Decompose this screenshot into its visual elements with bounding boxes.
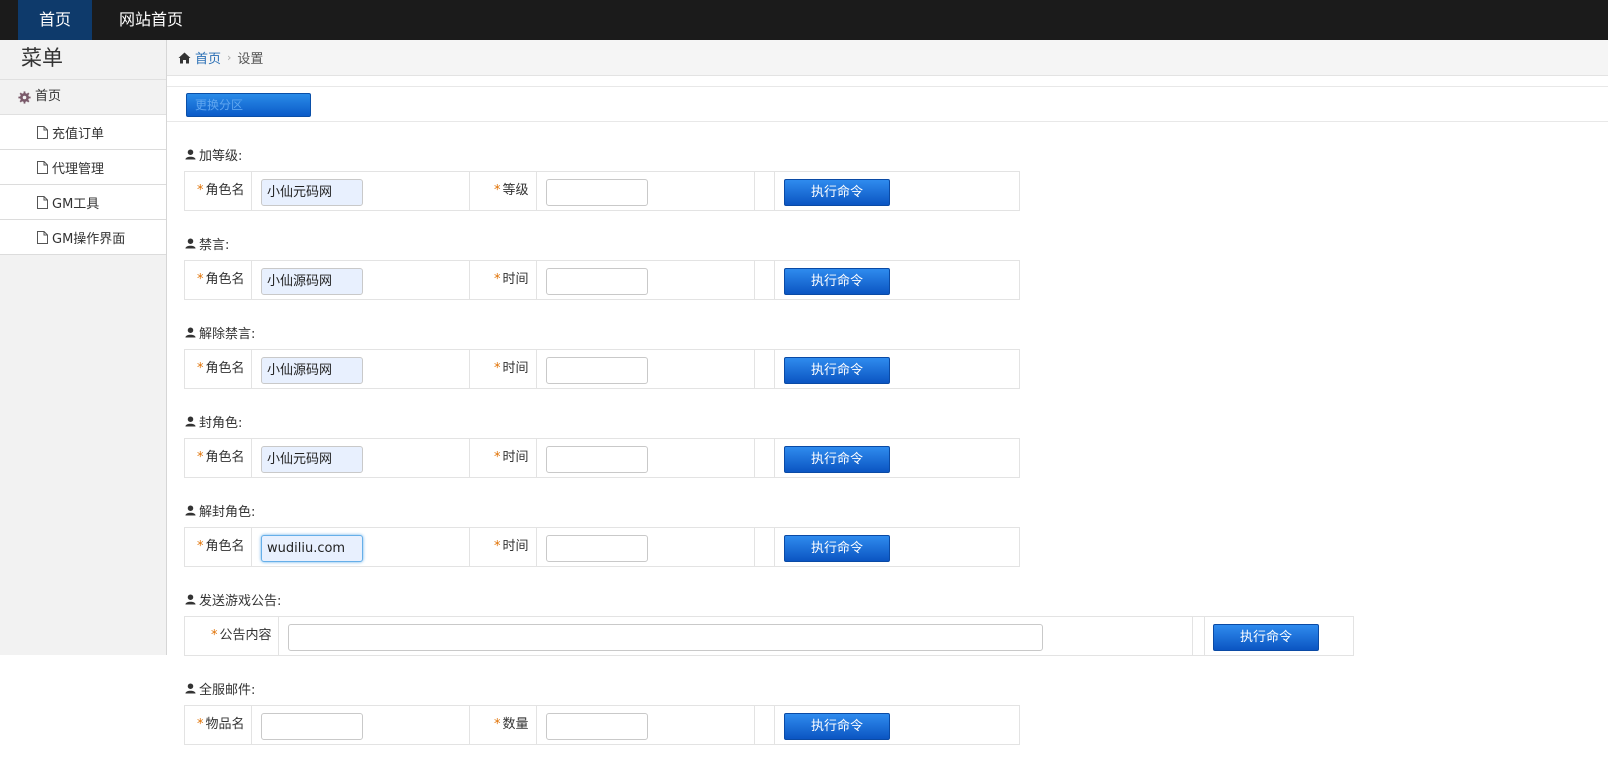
field-label: 角色名 [205, 361, 245, 376]
document-icon [37, 125, 48, 139]
execute-button[interactable]: 执行命令 [784, 357, 890, 384]
announcement-input[interactable] [288, 624, 1043, 651]
nav-site-home[interactable]: 网站首页 [106, 0, 196, 40]
section-title-text: 解除禁言: [199, 327, 256, 342]
role-name-input[interactable]: 小仙元码网 [261, 179, 363, 206]
execute-button[interactable]: 执行命令 [784, 446, 890, 473]
field-label: 数量 [502, 717, 529, 732]
breadcrumb-home-link[interactable]: 首页 [195, 48, 221, 67]
section-title-text: 禁言: [199, 238, 230, 253]
section-title-text: 加等级: [199, 149, 243, 164]
user-icon [185, 683, 196, 694]
time-input[interactable] [546, 446, 648, 473]
section-title: 解封角色: [185, 501, 255, 520]
execute-button[interactable]: 执行命令 [784, 179, 890, 206]
field-label: 时间 [502, 450, 529, 465]
zone-toolbar: 更换分区 [167, 86, 1608, 122]
form-row-add-level: * 角色名 小仙元码网 * 等级 执行命令 [184, 171, 1020, 211]
sidebar-item-label: GM操作界面 [52, 231, 126, 247]
user-icon [185, 238, 196, 249]
quantity-input[interactable] [546, 713, 648, 740]
level-input[interactable] [546, 179, 648, 206]
section-title-text: 解封角色: [199, 505, 256, 520]
section-title: 禁言: [185, 234, 229, 253]
section-title-text: 发送游戏公告: [199, 594, 282, 609]
field-label: 公告内容 [219, 628, 272, 643]
form-row-announcement: * 公告内容 执行命令 [184, 616, 1354, 656]
sidebar-item-agent-management[interactable]: 代理管理 [0, 150, 166, 185]
sidebar-item-label: GM工具 [52, 196, 100, 212]
nav-home[interactable]: 首页 [18, 0, 92, 40]
sidebar-category-label: 首页 [35, 89, 62, 104]
document-icon [37, 160, 48, 174]
user-icon [185, 416, 196, 427]
field-label: 物品名 [205, 717, 245, 732]
field-label: 角色名 [205, 272, 245, 287]
form-row-unban-role: * 角色名 wudiliu.com * 时间 执行命令 [184, 527, 1020, 567]
user-icon [185, 594, 196, 605]
role-name-input[interactable]: wudiliu.com [261, 535, 363, 562]
item-name-input[interactable] [261, 713, 363, 740]
top-navbar: 首页 网站首页 [0, 0, 1608, 40]
form-row-ban-role: * 角色名 小仙元码网 * 时间 执行命令 [184, 438, 1020, 478]
section-title: 解除禁言: [185, 323, 255, 342]
home-icon [178, 52, 191, 63]
execute-button[interactable]: 执行命令 [784, 713, 890, 740]
field-label: 等级 [502, 183, 529, 198]
sidebar-item-label: 充值订单 [52, 126, 105, 142]
section-title-text: 全服邮件: [199, 683, 256, 698]
form-row-server-mail: * 物品名 * 数量 执行命令 [184, 705, 1020, 745]
form-row-mute: * 角色名 小仙源码网 * 时间 执行命令 [184, 260, 1020, 300]
section-title: 全服邮件: [185, 679, 255, 698]
form-row-unmute: * 角色名 小仙源码网 * 时间 执行命令 [184, 349, 1020, 389]
execute-button[interactable]: 执行命令 [784, 535, 890, 562]
sidebar-item-label: 代理管理 [52, 161, 105, 177]
time-input[interactable] [546, 535, 648, 562]
role-name-input[interactable]: 小仙源码网 [261, 268, 363, 295]
sidebar-title: 菜单 [0, 40, 166, 80]
sidebar-category-home[interactable]: 首页 [0, 80, 166, 115]
field-label: 时间 [502, 539, 529, 554]
document-icon [37, 230, 48, 244]
breadcrumb-separator-icon: › [227, 51, 232, 64]
sidebar-item-gm-tools[interactable]: GM工具 [0, 185, 166, 220]
breadcrumb: 首页 › 设置 [167, 40, 1608, 76]
field-label: 时间 [502, 272, 529, 287]
user-icon [185, 149, 196, 160]
field-label: 角色名 [205, 539, 245, 554]
sidebar: 菜单 首页 充值订单 代理管理 GM工具 GM操作界面 [0, 40, 167, 655]
field-label: 角色名 [205, 183, 245, 198]
role-name-input[interactable]: 小仙元码网 [261, 446, 363, 473]
time-input[interactable] [546, 357, 648, 384]
role-name-input[interactable]: 小仙源码网 [261, 357, 363, 384]
sidebar-item-recharge-orders[interactable]: 充值订单 [0, 115, 166, 150]
document-icon [37, 195, 48, 209]
gear-icon [18, 90, 31, 104]
section-title: 加等级: [185, 145, 242, 164]
section-title: 封角色: [185, 412, 242, 431]
sidebar-item-gm-console[interactable]: GM操作界面 [0, 220, 166, 255]
change-zone-button[interactable]: 更换分区 [186, 93, 311, 117]
section-title-text: 封角色: [199, 416, 243, 431]
field-label: 时间 [502, 361, 529, 376]
execute-button[interactable]: 执行命令 [784, 268, 890, 295]
time-input[interactable] [546, 268, 648, 295]
user-icon [185, 327, 196, 338]
user-icon [185, 505, 196, 516]
breadcrumb-current: 设置 [237, 52, 264, 67]
field-label: 角色名 [205, 450, 245, 465]
section-title: 发送游戏公告: [185, 590, 281, 609]
execute-button[interactable]: 执行命令 [1213, 624, 1319, 651]
